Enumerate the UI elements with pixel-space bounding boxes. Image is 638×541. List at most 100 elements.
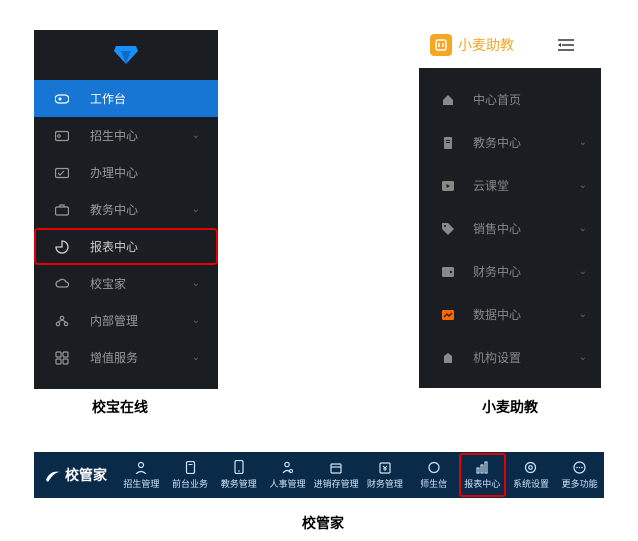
xiaomai-header: 小麦助教 xyxy=(430,34,574,56)
chevron-down-icon: ⌄ xyxy=(579,309,587,320)
sidebar-item-processing[interactable]: 办理中心 xyxy=(34,154,218,191)
xiaomai-sidebar: 中心首页 教务中心 ⌄ 云课堂 ⌄ 销售中心 ⌄ xyxy=(419,68,601,388)
sidebar-item-cloudclass[interactable]: 云课堂 ⌄ xyxy=(419,164,601,207)
more-icon xyxy=(573,460,586,474)
desk-icon xyxy=(185,460,196,474)
chevron-down-icon: ⌄ xyxy=(192,315,200,326)
sidebar-item-label: 云课堂 xyxy=(473,177,579,194)
sidebar-item-xiaobaojia[interactable]: 校宝家 ⌄ xyxy=(34,265,218,302)
sidebar-item-label: 工作台 xyxy=(90,90,218,107)
sidebar-item-label: 中心首页 xyxy=(473,91,601,108)
diamond-icon xyxy=(114,46,138,64)
nav-item-label: 前台业务 xyxy=(172,477,208,490)
sidebar-item-finance[interactable]: 财务中心 ⌄ xyxy=(419,250,601,293)
sidebar-item-internal[interactable]: 内部管理 ⌄ xyxy=(34,302,218,339)
sidebar-item-label: 机构设置 xyxy=(473,349,579,366)
sidebar-item-label: 销售中心 xyxy=(473,220,579,237)
nav-item-inventory[interactable]: 进销存管理 xyxy=(312,452,361,498)
chevron-down-icon: ⌄ xyxy=(579,137,587,148)
nav-item-message[interactable]: 师生信 xyxy=(409,452,458,498)
chevron-down-icon: ⌄ xyxy=(579,352,587,363)
home-icon xyxy=(441,94,455,106)
gear-icon xyxy=(524,460,537,474)
tag-icon xyxy=(441,223,455,235)
wallet-icon xyxy=(441,267,455,277)
sidebar-item-home[interactable]: 中心首页 xyxy=(419,78,601,121)
dashboard-icon xyxy=(54,93,70,105)
navbar-items: 招生管理 前台业务 教务管理 人事管理 进销存管理 财务管理 师生信 xyxy=(117,452,604,498)
xiaomai-brand-text: 小麦助教 xyxy=(458,35,514,55)
chevron-down-icon: ⌄ xyxy=(192,352,200,363)
person-icon xyxy=(135,460,147,474)
nav-item-finance[interactable]: 财务管理 xyxy=(361,452,410,498)
cloud-icon xyxy=(54,278,70,290)
chevron-down-icon: ⌄ xyxy=(579,223,587,234)
chevron-down-icon: ⌄ xyxy=(579,266,587,277)
chevron-down-icon: ⌄ xyxy=(192,130,200,141)
sidebar-item-label: 教务中心 xyxy=(473,134,579,151)
chart-icon xyxy=(441,310,455,320)
nav-item-label: 教务管理 xyxy=(221,477,257,490)
card-icon xyxy=(54,130,70,142)
xiaomai-logo-icon xyxy=(430,34,452,56)
sidebar-item-label: 增值服务 xyxy=(90,349,192,366)
sidebar-item-label: 数据中心 xyxy=(473,306,579,323)
sidebar-item-label: 校宝家 xyxy=(90,275,192,292)
sidebar-item-enrollment[interactable]: 招生中心 ⌄ xyxy=(34,117,218,154)
checklist-icon xyxy=(54,167,70,179)
sidebar-item-label: 教务中心 xyxy=(90,201,192,218)
xiaobao-logo xyxy=(34,30,218,80)
xiaoguanjia-navbar: 校管家 招生管理 前台业务 教务管理 人事管理 进销存管理 财务管理 xyxy=(34,452,604,498)
sidebar-item-workspace[interactable]: 工作台 xyxy=(34,80,218,117)
app-icon xyxy=(54,351,70,365)
sidebar-item-label: 报表中心 xyxy=(90,238,218,255)
nav-item-enrollment[interactable]: 招生管理 xyxy=(117,452,166,498)
nav-item-label: 系统设置 xyxy=(513,477,549,490)
collapse-menu-icon[interactable] xyxy=(558,38,574,52)
swoosh-icon xyxy=(44,466,62,484)
bars-icon xyxy=(476,460,488,474)
sidebar-item-label: 办理中心 xyxy=(90,164,218,181)
building-icon xyxy=(441,352,455,364)
box-icon xyxy=(330,460,342,474)
xiaoguanjia-brand-text: 校管家 xyxy=(65,465,107,485)
nav-item-hr[interactable]: 人事管理 xyxy=(263,452,312,498)
hr-icon xyxy=(281,460,293,474)
nav-item-label: 财务管理 xyxy=(367,477,403,490)
money-icon xyxy=(379,460,391,474)
org-icon xyxy=(54,315,70,327)
nav-item-label: 进销存管理 xyxy=(314,477,359,490)
sidebar-item-label: 内部管理 xyxy=(90,312,192,329)
sidebar-item-reports[interactable]: 报表中心 xyxy=(34,228,218,265)
sidebar-item-label: 招生中心 xyxy=(90,127,192,144)
sidebar-item-academic[interactable]: 教务中心 ⌄ xyxy=(34,191,218,228)
nav-item-label: 招生管理 xyxy=(123,477,159,490)
nav-item-settings[interactable]: 系统设置 xyxy=(507,452,556,498)
nav-item-label: 报表中心 xyxy=(464,477,500,490)
xiaobao-sidebar: 工作台 招生中心 ⌄ 办理中心 教务中心 ⌄ 报表中心 校宝家 ⌄ xyxy=(34,30,218,389)
nav-item-label: 人事管理 xyxy=(269,477,305,490)
xiaoguanjia-caption: 校管家 xyxy=(302,513,344,533)
piechart-icon xyxy=(54,240,70,254)
nav-item-more[interactable]: 更多功能 xyxy=(555,452,604,498)
nav-item-label: 师生信 xyxy=(420,477,447,490)
sidebar-item-valueadd[interactable]: 增值服务 ⌄ xyxy=(34,339,218,376)
chevron-down-icon: ⌄ xyxy=(192,204,200,215)
briefcase-icon xyxy=(54,204,70,216)
nav-item-reports[interactable]: 报表中心 xyxy=(458,452,507,498)
sidebar-item-orgsettings[interactable]: 机构设置 ⌄ xyxy=(419,336,601,379)
sidebar-item-label: 财务中心 xyxy=(473,263,579,280)
xiaomai-caption: 小麦助教 xyxy=(482,397,538,417)
document-icon xyxy=(441,137,455,149)
nav-item-academic[interactable]: 教务管理 xyxy=(214,452,263,498)
xiaobao-caption: 校宝在线 xyxy=(92,397,148,417)
nav-item-label: 更多功能 xyxy=(562,477,598,490)
sidebar-item-datacenter[interactable]: 数据中心 ⌄ xyxy=(419,293,601,336)
message-icon xyxy=(428,460,440,474)
video-icon xyxy=(441,181,455,191)
xiaoguanjia-logo: 校管家 xyxy=(34,465,117,485)
sidebar-item-sales[interactable]: 销售中心 ⌄ xyxy=(419,207,601,250)
phone-icon xyxy=(234,460,244,474)
sidebar-item-academic[interactable]: 教务中心 ⌄ xyxy=(419,121,601,164)
nav-item-frontdesk[interactable]: 前台业务 xyxy=(166,452,215,498)
